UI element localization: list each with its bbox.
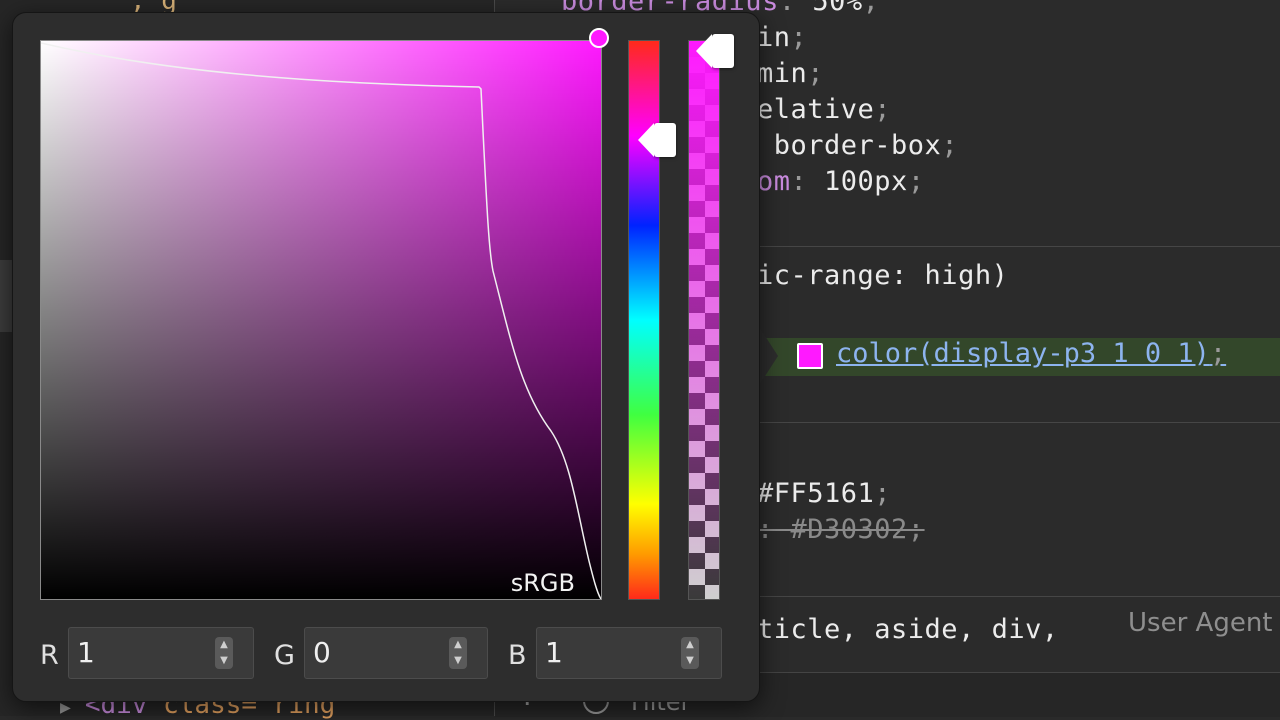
color-value-text: color(display-p3 1 0 1) — [836, 338, 1210, 369]
style-line[interactable]: elative; — [757, 94, 891, 125]
style-semicolon: ; — [941, 130, 959, 161]
color-selection-handle[interactable] — [589, 28, 609, 48]
style-semicolon: ; — [874, 94, 892, 125]
blue-label: B — [508, 640, 527, 671]
style-semicolon: ; — [1209, 338, 1227, 369]
style-value: in — [757, 22, 791, 53]
alpha-slider-handle[interactable] — [696, 34, 734, 68]
media-query: ic-range: high) — [757, 260, 1009, 291]
style-semicolon: ; — [874, 478, 892, 509]
green-label: G — [274, 640, 295, 671]
red-label: R — [40, 640, 59, 671]
red-stepper[interactable]: ▲ ▼ — [215, 637, 233, 669]
style-line[interactable]: border-box; — [757, 130, 958, 161]
style-colon: : — [778, 0, 813, 17]
style-semicolon: ; — [807, 58, 825, 89]
dom-tree-scroll-marker[interactable] — [0, 260, 12, 332]
overridden-style-line[interactable]: : #D30302; — [757, 514, 925, 545]
style-value: #FF5161 — [757, 478, 875, 509]
blue-stepper[interactable]: ▲ ▼ — [681, 637, 699, 669]
rule-selector[interactable]: ticle, aside, div, — [757, 614, 1059, 645]
style-line[interactable]: #FF5161; — [757, 478, 891, 509]
style-line[interactable]: min; — [757, 58, 824, 89]
srgb-gamut-boundary — [41, 42, 601, 599]
hue-slider-handle[interactable] — [638, 123, 676, 158]
style-semicolon: ; — [790, 22, 808, 53]
style-value: min — [757, 58, 808, 89]
style-value: 100px — [824, 166, 908, 197]
color-saturation-brightness-area[interactable]: sRGB — [40, 40, 602, 600]
style-semicolon: ; — [907, 166, 925, 197]
style-line[interactable]: in; — [757, 22, 807, 53]
style-line[interactable]: om: 100px; — [757, 166, 925, 197]
green-stepper[interactable]: ▲ ▼ — [449, 637, 467, 669]
user-agent-label: User Agent — [1128, 608, 1273, 638]
alpha-slider[interactable] — [688, 40, 720, 600]
style-value: border-box — [757, 130, 942, 161]
style-prop: om — [757, 166, 791, 197]
style-colon: : — [790, 166, 825, 197]
style-value: elative — [757, 94, 875, 125]
color-value-link[interactable]: color(display-p3 1 0 1); — [836, 338, 1226, 369]
gamut-curve — [41, 42, 601, 599]
style-semicolon: ; — [862, 0, 880, 17]
color-swatch[interactable] — [797, 343, 823, 369]
gamut-label: sRGB — [510, 569, 575, 597]
style-value: 50% — [812, 0, 863, 17]
